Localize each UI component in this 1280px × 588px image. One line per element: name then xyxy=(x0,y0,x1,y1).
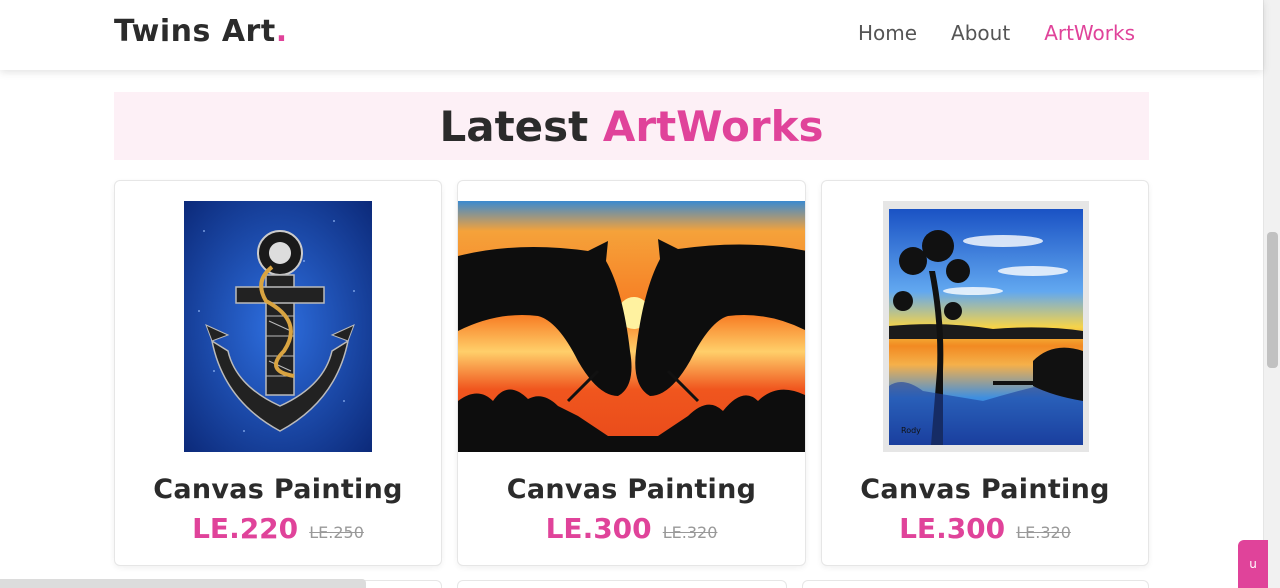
lake-sunset-painting-image[interactable]: Rody xyxy=(883,201,1089,452)
svg-text:Rody: Rody xyxy=(901,426,921,435)
page-scrollbar[interactable] xyxy=(1263,0,1280,588)
side-tab-label: u xyxy=(1249,557,1257,571)
product-old-price: LE.250 xyxy=(309,523,364,542)
logo-text: Twins Art xyxy=(114,14,276,49)
logo[interactable]: Twins Art. xyxy=(114,14,288,49)
product-price: LE.300 xyxy=(545,512,652,545)
section-title-main: Latest xyxy=(439,101,589,151)
product-old-price: LE.320 xyxy=(662,523,718,542)
main-nav: Home About ArtWorks xyxy=(858,21,1135,45)
section-heading-band: Latest ArtWorks xyxy=(114,92,1149,160)
price-row: LE.300 LE.320 xyxy=(822,512,1148,545)
product-card[interactable]: Rody Canvas Painting LE.300 LE.320 xyxy=(821,180,1149,566)
site-header: Twins Art. Home About ArtWorks xyxy=(0,0,1263,70)
side-tab-button[interactable]: u xyxy=(1238,540,1268,588)
nav-home[interactable]: Home xyxy=(858,21,917,45)
product-card-peek[interactable] xyxy=(457,580,787,588)
nav-about[interactable]: About xyxy=(951,21,1010,45)
nav-artworks[interactable]: ArtWorks xyxy=(1044,21,1135,45)
section-title-accent: ArtWorks xyxy=(602,101,824,151)
product-title: Canvas Painting xyxy=(860,474,1110,505)
logo-dot: . xyxy=(275,14,288,49)
price-row: LE.300 LE.320 xyxy=(458,512,805,545)
anchor-painting-image[interactable] xyxy=(184,201,372,452)
product-price: LE.220 xyxy=(192,512,299,545)
horses-sunset-painting-image[interactable] xyxy=(458,201,806,452)
price-row: LE.220 LE.250 xyxy=(115,512,441,545)
section-title: Latest ArtWorks xyxy=(440,102,824,151)
product-title: Canvas Painting xyxy=(506,474,757,505)
product-price: LE.300 xyxy=(899,512,1006,545)
product-card[interactable]: Canvas Painting LE.220 LE.250 xyxy=(114,180,442,566)
product-old-price: LE.320 xyxy=(1016,523,1071,542)
product-card-peek[interactable] xyxy=(802,580,1149,588)
browser-status-bar xyxy=(0,579,366,588)
scrollbar-thumb[interactable] xyxy=(1267,232,1278,368)
product-title: Canvas Painting xyxy=(153,474,403,505)
product-card[interactable]: Canvas Painting LE.300 LE.320 xyxy=(457,180,806,566)
